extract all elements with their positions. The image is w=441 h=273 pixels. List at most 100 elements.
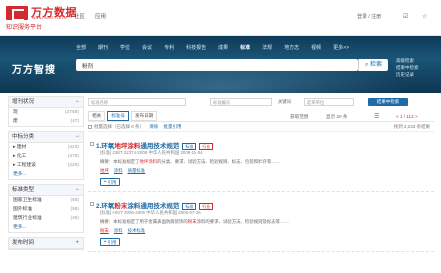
resource-tab-conferences[interactable]: 会议 — [142, 44, 152, 51]
facet-count: (65) — [70, 198, 79, 203]
search-button[interactable]: ⌕ 检索 — [358, 59, 388, 71]
title-part: 环氧 — [101, 143, 115, 150]
login-link[interactable]: 登录 / 注册 — [357, 13, 381, 20]
facet-panel-header[interactable]: 增刊状况 − — [9, 97, 83, 108]
sort-tab-relevance[interactable]: 相关 — [88, 111, 106, 121]
abstract-part: 的分类、要求、试验方法、检验规则、标志、包装和贮存等…… — [157, 159, 281, 164]
facet-panel-header[interactable]: 中标分类 − — [9, 132, 83, 143]
resource-tab-patents[interactable]: 专利 — [164, 44, 174, 51]
facet-item[interactable]: ▸ 建材 (423) — [9, 143, 83, 152]
result-meta: [标准] HG/T 2006-2006 中华人民共和国 2006-07-26 — [100, 210, 201, 215]
facet-panel-type: 标准类型 − 国家卫生标准 (65) 国外标准 (58) 建筑行业标准 (46) 更多.… — [8, 184, 84, 233]
resource-tab-local-records[interactable]: 地方志 — [284, 44, 299, 51]
favorite-icon[interactable]: ☆ — [422, 13, 427, 20]
facet-more-link[interactable]: 更多... — [9, 170, 83, 179]
resource-tab-all[interactable]: 全部 — [76, 44, 86, 51]
facet-panel-status: 增刊状况 − 现 (2768) 废 (47) — [8, 96, 84, 127]
facet-title: 中标分类 — [12, 134, 35, 140]
pagination[interactable]: < 1 / 112 > — [396, 114, 418, 119]
resource-tab-videos[interactable]: 视频 — [311, 44, 321, 51]
sort-toolbar: 相关 标准号 发布日期 获取范围 显示 20 条 ☰ < 1 / 112 > — [88, 111, 434, 122]
drafting-agency-input[interactable]: 起草单位 — [304, 97, 354, 106]
batch-cite-link[interactable]: 批量引用 — [164, 124, 182, 129]
nav-apps[interactable]: 应用 — [95, 12, 106, 20]
sort-tab-number[interactable]: 标准号 — [107, 111, 129, 121]
cite-button[interactable]: ❝ 引用 — [100, 238, 121, 246]
select-all-checkbox[interactable] — [88, 124, 92, 129]
result-item: 1.环氧地坪涂料通用技术规范 标准 行业 [标准] GB/T 22374-2008 … — [88, 132, 434, 192]
facet-more-link[interactable]: 更多... — [9, 223, 83, 232]
per-page-select[interactable]: 显示 20 条 — [326, 114, 347, 120]
facet-item[interactable]: 国家卫生标准 (65) — [9, 196, 83, 205]
expand-icon[interactable]: + — [75, 238, 79, 249]
nav-community[interactable]: 社区 — [74, 12, 85, 20]
platform-subtitle: 知识服务平台 — [6, 25, 43, 31]
facet-item[interactable]: ▸ 工程建设 (226) — [9, 161, 83, 170]
result-title[interactable]: 1.环氧地坪涂料通用技术规范 标准 行业 — [96, 140, 214, 150]
facet-count: (226) — [67, 163, 79, 168]
facet-label: ▸ 建材 — [13, 145, 27, 150]
resource-tab-standards[interactable]: 标准 — [240, 44, 250, 51]
facet-label: 国家卫生标准 — [13, 198, 42, 203]
cite-button[interactable]: ❝ 引用 — [100, 178, 121, 186]
keyword-link[interactable]: 涂料 — [114, 168, 123, 173]
results-main: 标准名称 标准编号 关键词 起草单位 结果中检索 相关 标准号 发布日期 获取范… — [88, 96, 434, 252]
title-highlight: 地坪涂料 — [114, 143, 141, 150]
resource-tab-journals[interactable]: 期刊 — [98, 44, 108, 51]
facet-label: 国外标准 — [13, 207, 33, 212]
title-part: 环氧 — [101, 203, 115, 210]
history-link[interactable]: 历史记录 — [396, 71, 419, 78]
search-button-label: 检索 — [370, 62, 383, 68]
resource-tab-more[interactable]: 更多>> — [333, 44, 349, 51]
search-icon: ⌕ — [364, 62, 369, 68]
facet-item[interactable]: ▸ 化工 (378) — [9, 152, 83, 161]
resource-tab-reports[interactable]: 科技报告 — [186, 44, 206, 51]
facet-label: ▸ 化工 — [13, 154, 27, 159]
search-input[interactable]: 粉剂 — [76, 59, 358, 71]
keyword-link[interactable]: 技术标准 — [128, 228, 146, 233]
abstract-part: 摘要：本标准规定了 — [100, 159, 140, 164]
standard-number-input[interactable]: 标准编号 — [210, 97, 272, 106]
keyword-link[interactable]: 粉末 — [100, 228, 109, 233]
resource-tab-regulations[interactable]: 法规 — [262, 44, 272, 51]
wanfang-logo-icon[interactable] — [6, 6, 28, 21]
result-meta: [标准] GB/T 22374-2008 中华人民共和国 2008-11-04 — [100, 150, 203, 155]
result-keywords: 地坪 涂料 质量标准 — [100, 168, 150, 174]
result-abstract: 摘要：本标准规定了地坪涂料的分类、要求、试验方法、检验规则、标志、包装和贮存等…… — [100, 159, 280, 165]
resource-tab-achievements[interactable]: 成果 — [218, 44, 228, 51]
list-view-icon[interactable]: ☰ — [374, 113, 379, 120]
facet-item[interactable]: 建筑行业标准 (46) — [9, 214, 83, 223]
type-badge: 标准 — [182, 142, 197, 150]
facet-item[interactable]: 现 (2768) — [9, 108, 83, 117]
collapse-icon[interactable]: − — [75, 185, 79, 196]
facet-panel-header[interactable]: 发布时间 + — [9, 238, 83, 249]
facet-panel-header[interactable]: 标准类型 − — [9, 185, 83, 196]
facet-sidebar: 增刊状况 − 现 (2768) 废 (47) 中标分类 − ▸ 建材 (423) ▸ 化工… — [8, 96, 84, 254]
collapse-icon[interactable]: − — [75, 132, 79, 143]
filter-row: 标准名称 标准编号 关键词 起草单位 结果中检索 — [88, 96, 434, 107]
type-badge: 标准 — [182, 202, 197, 210]
keyword-link[interactable]: 地坪 — [100, 168, 109, 173]
keyword-link[interactable]: 涂料 — [114, 228, 123, 233]
keyword-link[interactable]: 质量标准 — [128, 168, 146, 173]
result-checkbox[interactable] — [90, 142, 94, 146]
clear-selection-link[interactable]: 清除 — [149, 124, 158, 129]
advanced-search-link[interactable]: 高级检索 — [396, 57, 419, 64]
facet-count: (378) — [67, 154, 79, 159]
result-title[interactable]: 2.环氧粉末涂料通用技术规范 标准 行业 — [96, 200, 214, 210]
search-in-results-link[interactable]: 结果中检索 — [396, 64, 419, 71]
selection-bar: 批量选择（已选择 0 条） 清除 批量引用 找到 2,233 条结果 — [88, 122, 434, 132]
result-checkbox[interactable] — [90, 202, 94, 206]
facet-item[interactable]: 国外标准 (58) — [9, 205, 83, 214]
sort-tab-date[interactable]: 发布日期 — [131, 111, 158, 121]
resource-tab-degrees[interactable]: 学位 — [120, 44, 130, 51]
facet-label: 现 — [13, 110, 18, 115]
standard-title-input[interactable]: 标准名称 — [88, 97, 186, 106]
collapse-icon[interactable]: − — [75, 97, 79, 108]
search-in-results-button[interactable]: 结果中检索 — [368, 97, 408, 106]
keyword-field-label: 关键词 — [278, 98, 291, 104]
facet-item[interactable]: 废 (47) — [9, 117, 83, 126]
search-query: 粉剂 — [82, 64, 94, 70]
fetch-range-select[interactable]: 获取范围 — [290, 114, 308, 120]
checkbox-icon[interactable]: ☑ — [403, 13, 408, 20]
